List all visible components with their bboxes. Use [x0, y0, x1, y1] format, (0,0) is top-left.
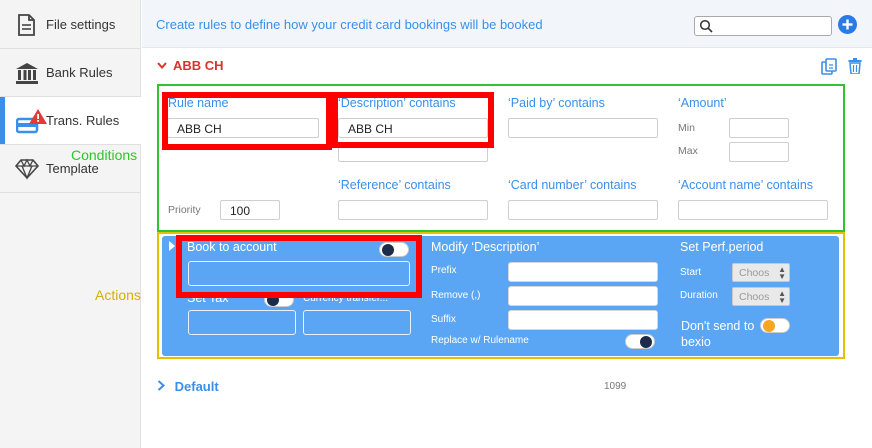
set-perf-period-label: Set Perf.period — [680, 240, 764, 254]
sidebar-item-label: Template — [46, 161, 99, 176]
diamond-icon — [14, 157, 40, 181]
chevron-right-icon[interactable] — [168, 241, 176, 251]
sidebar-item-trans-rules[interactable]: Trans. Rules — [0, 97, 141, 145]
card-alert-icon — [15, 109, 47, 134]
highlight-rule-name — [162, 92, 332, 150]
highlight-book-to-account — [176, 235, 422, 298]
card-number-contains-label: ‘Card number’ contains — [508, 178, 637, 192]
prefix-input[interactable] — [508, 262, 658, 282]
duration-label: Duration — [680, 290, 718, 301]
dont-send-label-line2: bexio — [681, 335, 711, 349]
remove-label: Remove (,) — [431, 290, 481, 301]
trash-icon[interactable] — [848, 58, 862, 74]
dont-send-label: Don't send to — [681, 319, 755, 333]
bank-icon — [14, 61, 40, 85]
prefix-label: Prefix — [431, 265, 457, 276]
start-label: Start — [680, 267, 702, 278]
amount-min-input[interactable] — [729, 118, 789, 138]
paid-by-contains-label: ‘Paid by’ contains — [508, 96, 605, 110]
default-rule-row[interactable]: Default — [157, 379, 219, 394]
copy-icon[interactable] — [821, 58, 837, 75]
actions-annotation: Actions — [95, 287, 141, 303]
sidebar-item-bank-rules[interactable]: Bank Rules — [0, 49, 141, 97]
default-rule-count: 1099 — [604, 381, 627, 392]
set-tax-input[interactable] — [188, 310, 296, 335]
file-icon — [14, 13, 40, 37]
sidebar-item-file-settings[interactable]: File settings — [0, 1, 141, 49]
sidebar-item-label: Bank Rules — [46, 65, 113, 80]
page-description: Create rules to define how your credit c… — [156, 17, 543, 32]
card-number-contains-input[interactable] — [508, 200, 658, 220]
dont-send-toggle[interactable] — [760, 318, 790, 333]
account-name-contains-input[interactable] — [678, 200, 828, 220]
search-input[interactable] — [694, 16, 832, 36]
amount-max-label: Max — [678, 145, 698, 157]
sidebar-item-label: Trans. Rules — [46, 113, 120, 128]
modify-description-label: Modify ‘Description’ — [431, 240, 540, 254]
select-arrows-icon: ▲ ▼ — [778, 289, 786, 305]
amount-label: ‘Amount’ — [678, 96, 727, 110]
highlight-description-contains — [332, 92, 494, 148]
paid-by-contains-input[interactable] — [508, 118, 658, 138]
toggle-knob — [763, 320, 775, 332]
amount-min-label: Min — [678, 122, 695, 134]
reference-contains-label: ‘Reference’ contains — [338, 178, 451, 192]
chevron-down-icon — [157, 58, 167, 73]
sidebar: File settings Bank Rules Trans. Rules Te… — [0, 0, 141, 448]
suffix-label: Suffix — [431, 314, 456, 325]
top-bar: Create rules to define how your credit c… — [142, 0, 872, 48]
toggle-knob — [640, 336, 652, 348]
duration-select[interactable]: Choos ▲ ▼ — [732, 287, 790, 306]
start-select[interactable]: Choos ▲ ▼ — [732, 263, 790, 282]
replace-with-rulename-label: Replace w/ Rulename — [431, 335, 529, 346]
priority-label: Priority — [168, 204, 201, 216]
rule-header[interactable]: ABB CH — [157, 58, 224, 73]
select-arrows-icon: ▲ ▼ — [778, 265, 786, 281]
priority-input[interactable]: 100 — [220, 200, 280, 220]
duration-select-value: Choos — [739, 291, 770, 303]
replace-with-rulename-toggle[interactable] — [625, 334, 655, 349]
active-indicator — [0, 97, 5, 144]
rule-title: ABB CH — [173, 58, 224, 73]
start-select-value: Choos — [739, 267, 770, 279]
amount-max-input[interactable] — [729, 142, 789, 162]
search-icon — [699, 19, 713, 33]
default-rule-label: Default — [174, 379, 219, 394]
sidebar-item-label: File settings — [46, 17, 116, 32]
reference-contains-input[interactable] — [338, 200, 488, 220]
conditions-annotation: Conditions — [71, 147, 138, 163]
suffix-input[interactable] — [508, 310, 658, 330]
currency-transfer-input[interactable] — [303, 310, 411, 335]
account-name-contains-label: ‘Account name’ contains — [678, 178, 814, 192]
remove-input[interactable] — [508, 286, 658, 306]
chevron-right-icon — [157, 379, 165, 394]
add-rule-button[interactable] — [838, 15, 857, 34]
